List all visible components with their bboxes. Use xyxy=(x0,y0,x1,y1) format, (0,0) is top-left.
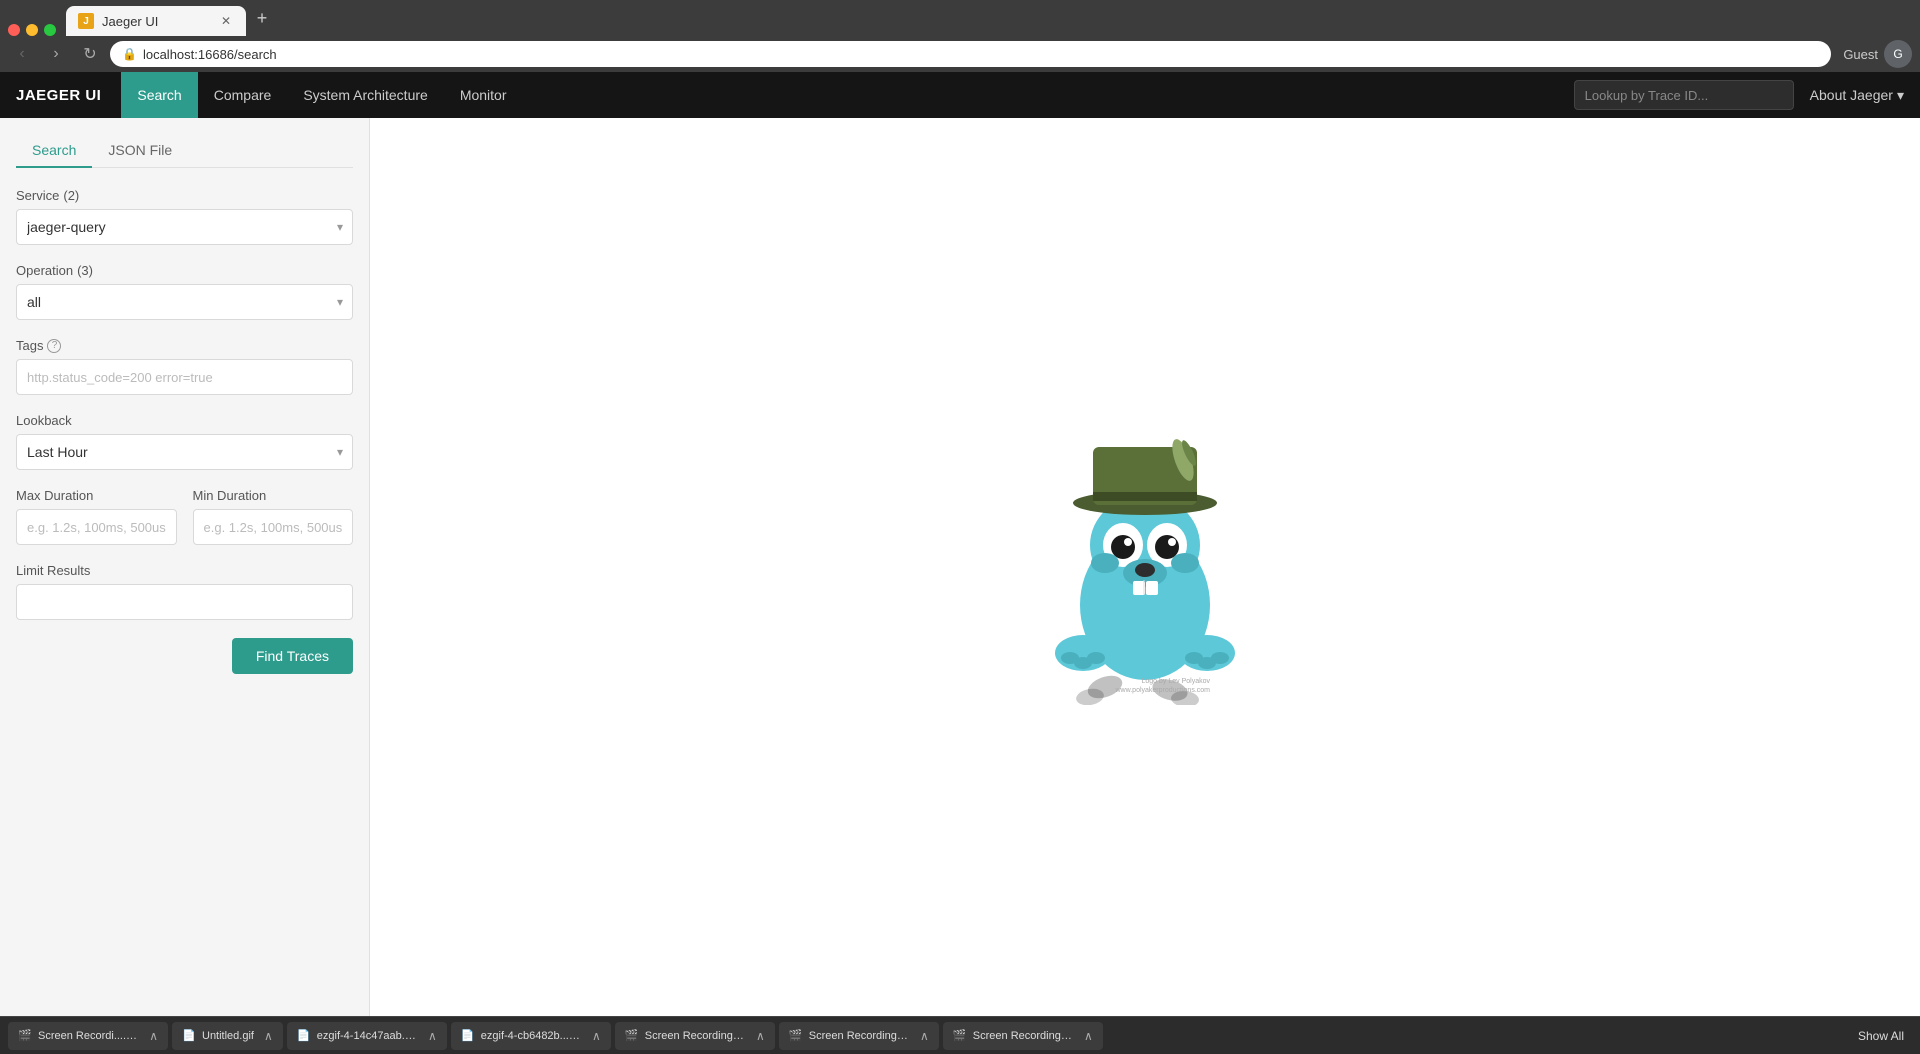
taskbar-close-icon-5[interactable]: ∧ xyxy=(756,1029,765,1043)
find-traces-button-row: Find Traces xyxy=(16,638,353,674)
traffic-light-green[interactable] xyxy=(44,24,56,36)
mascot-svg: Logo by Lev Polyakov www.polyakerproduct… xyxy=(1015,425,1275,705)
main-content: Search JSON File Service (2) jaeger-quer… xyxy=(0,118,1920,1016)
tags-input[interactable] xyxy=(16,359,353,395)
taskbar-close-icon-3[interactable]: ∧ xyxy=(428,1029,437,1043)
new-tab-button[interactable]: + xyxy=(248,4,276,32)
traffic-light-yellow[interactable] xyxy=(26,24,38,36)
about-jaeger-button[interactable]: About Jaeger ▾ xyxy=(1810,87,1904,104)
reload-button[interactable]: ↻ xyxy=(76,40,104,68)
taskbar: 🎬 Screen Recordi....mov ∧ 📄 Untitled.gif… xyxy=(0,1016,1920,1054)
limit-results-label: Limit Results xyxy=(16,563,353,578)
nav-item-monitor[interactable]: Monitor xyxy=(444,72,523,118)
taskbar-close-icon-4[interactable]: ∧ xyxy=(592,1029,601,1043)
taskbar-item-icon-screen-recording-gif-2: 🎬 xyxy=(789,1029,803,1043)
min-duration-input[interactable] xyxy=(193,509,354,545)
lookback-select-wrapper: Last Hour Last 2 Hours Last 3 Hours Last… xyxy=(16,434,353,470)
panel-tab-bar: Search JSON File xyxy=(16,134,353,168)
taskbar-item-screen-recording-gif-3[interactable]: 🎬 Screen Recording....gif ∧ xyxy=(943,1022,1103,1050)
taskbar-item-ezgif-2[interactable]: 📄 ezgif-4-cb6482b....gif ∧ xyxy=(451,1022,611,1050)
max-duration-group: Max Duration xyxy=(16,488,177,545)
operation-label: Operation (3) xyxy=(16,263,353,278)
browser-chrome: J Jaeger UI ✕ + ‹ › ↻ 🔒 localhost:16686/… xyxy=(0,0,1920,72)
taskbar-close-icon-6[interactable]: ∧ xyxy=(920,1029,929,1043)
tags-label: Tags ? xyxy=(16,338,353,353)
tab-close-button[interactable]: ✕ xyxy=(218,13,234,29)
min-duration-label: Min Duration xyxy=(193,488,354,503)
address-text: localhost:16686/search xyxy=(143,47,277,62)
service-select[interactable]: jaeger-query jaeger-collector xyxy=(16,209,353,245)
taskbar-item-icon-screen-recording-gif-3: 🎬 xyxy=(953,1029,967,1043)
lookback-form-group: Lookback Last Hour Last 2 Hours Last 3 H… xyxy=(16,413,353,470)
taskbar-close-icon-7[interactable]: ∧ xyxy=(1084,1029,1093,1043)
profile-label-text: Guest xyxy=(1843,47,1878,62)
lookback-label: Lookback xyxy=(16,413,353,428)
lookback-select[interactable]: Last Hour Last 2 Hours Last 3 Hours Last… xyxy=(16,434,353,470)
tags-form-group: Tags ? xyxy=(16,338,353,395)
tab-json-file[interactable]: JSON File xyxy=(92,134,188,168)
duration-form-group: Max Duration Min Duration xyxy=(16,488,353,545)
tab-search[interactable]: Search xyxy=(16,134,92,168)
traffic-light-red[interactable] xyxy=(8,24,20,36)
address-bar[interactable]: 🔒 localhost:16686/search xyxy=(110,41,1831,67)
service-select-wrapper: jaeger-query jaeger-collector xyxy=(16,209,353,245)
nav-item-compare[interactable]: Compare xyxy=(198,72,288,118)
taskbar-close-icon[interactable]: ∧ xyxy=(149,1029,158,1043)
svg-text:www.polyakerproductions.com: www.polyakerproductions.com xyxy=(1114,687,1210,694)
mascot-area: Logo by Lev Polyakov www.polyakerproduct… xyxy=(1015,425,1275,710)
taskbar-item-icon-untitled-gif: 📄 xyxy=(182,1029,196,1043)
taskbar-item-icon-ezgif-1: 📄 xyxy=(297,1029,311,1043)
taskbar-item-ezgif-1[interactable]: 📄 ezgif-4-14c47aab....gif ∧ xyxy=(287,1022,447,1050)
operation-form-group: Operation (3) all get post xyxy=(16,263,353,320)
traffic-lights xyxy=(8,24,56,36)
taskbar-item-screen-recording-gif-1[interactable]: 🎬 Screen Recording....gif ∧ xyxy=(615,1022,775,1050)
find-traces-button[interactable]: Find Traces xyxy=(232,638,353,674)
taskbar-item-icon-ezgif-2: 📄 xyxy=(461,1029,475,1043)
tab-bar: J Jaeger UI ✕ + xyxy=(0,0,1920,36)
tags-help-icon[interactable]: ? xyxy=(47,339,61,353)
duration-row: Max Duration Min Duration xyxy=(16,488,353,545)
limit-results-input[interactable]: 20 xyxy=(16,584,353,620)
taskbar-item-untitled-gif[interactable]: 📄 Untitled.gif ∧ xyxy=(172,1022,283,1050)
lookup-trace-id-input[interactable] xyxy=(1574,80,1794,110)
nav-item-search[interactable]: Search xyxy=(121,72,197,118)
right-content-area: Logo by Lev Polyakov www.polyakerproduct… xyxy=(370,118,1920,1016)
taskbar-item-icon-screen-recording-mov: 🎬 xyxy=(18,1029,32,1043)
tab-label: Jaeger UI xyxy=(102,14,158,29)
operation-select[interactable]: all get post xyxy=(16,284,353,320)
app-nav: JAEGER UI Search Compare System Architec… xyxy=(0,72,1920,118)
browser-tab-active[interactable]: J Jaeger UI ✕ xyxy=(66,6,246,36)
taskbar-close-icon-2[interactable]: ∧ xyxy=(264,1029,273,1043)
limit-results-form-group: Limit Results 20 xyxy=(16,563,353,620)
tab-favicon: J xyxy=(78,13,94,29)
operation-select-wrapper: all get post xyxy=(16,284,353,320)
nav-item-system-architecture[interactable]: System Architecture xyxy=(287,72,444,118)
service-label: Service (2) xyxy=(16,188,353,203)
app-logo: JAEGER UI xyxy=(16,87,101,104)
service-form-group: Service (2) jaeger-query jaeger-collecto… xyxy=(16,188,353,245)
taskbar-item-screen-recording-mov[interactable]: 🎬 Screen Recordi....mov ∧ xyxy=(8,1022,168,1050)
max-duration-input[interactable] xyxy=(16,509,177,545)
search-panel: Search JSON File Service (2) jaeger-quer… xyxy=(0,118,370,1016)
forward-button[interactable]: › xyxy=(42,40,70,68)
taskbar-item-icon-screen-recording-gif-1: 🎬 xyxy=(625,1029,639,1043)
max-duration-label: Max Duration xyxy=(16,488,177,503)
profile-button[interactable]: G xyxy=(1884,40,1912,68)
taskbar-item-screen-recording-gif-2[interactable]: 🎬 Screen Recording....gif ∧ xyxy=(779,1022,939,1050)
show-all-button[interactable]: Show All xyxy=(1850,1029,1912,1043)
back-button[interactable]: ‹ xyxy=(8,40,36,68)
browser-toolbar: ‹ › ↻ 🔒 localhost:16686/search Guest G xyxy=(0,36,1920,72)
lock-icon: 🔒 xyxy=(122,47,137,61)
min-duration-group: Min Duration xyxy=(193,488,354,545)
svg-text:Logo by Lev Polyakov: Logo by Lev Polyakov xyxy=(1142,678,1211,685)
